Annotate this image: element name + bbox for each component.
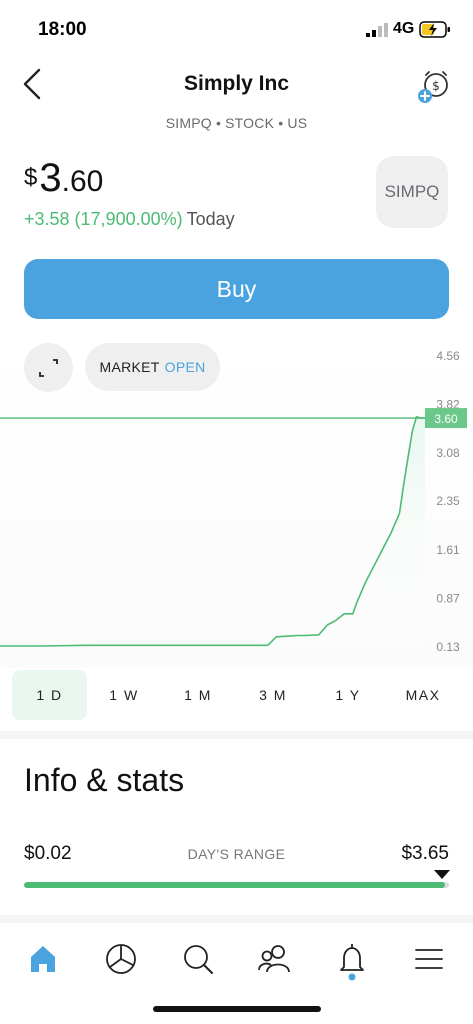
time-range-selector: 1 D 1 W 1 M 3 M 1 Y MAX bbox=[0, 670, 473, 720]
tab-portfolio[interactable] bbox=[99, 937, 143, 981]
y-tick-label: 3.08 bbox=[436, 446, 460, 460]
social-people-icon bbox=[258, 945, 290, 973]
home-indicator bbox=[153, 1006, 321, 1012]
y-tick-label: 4.56 bbox=[436, 349, 460, 363]
price-decimal: .60 bbox=[61, 165, 104, 198]
ticker-logo: SIMPQ bbox=[376, 156, 448, 228]
range-1d[interactable]: 1 D bbox=[12, 670, 87, 720]
signal-strength-icon bbox=[366, 23, 388, 37]
price-currency: $ bbox=[24, 164, 38, 191]
status-time: 18:00 bbox=[38, 19, 87, 40]
menu-icon bbox=[415, 949, 443, 969]
current-price-tag-label: 3.60 bbox=[434, 412, 458, 426]
price-change: +3.58 (17,900.00%) Today bbox=[24, 209, 235, 230]
status-bar: 18:00 4G bbox=[0, 0, 473, 56]
chart-area-fill bbox=[0, 416, 425, 646]
range-1m[interactable]: 1 M bbox=[161, 670, 235, 720]
market-status-badge: MARKET OPEN bbox=[85, 343, 220, 391]
section-divider bbox=[0, 915, 473, 923]
buy-button[interactable]: Buy bbox=[24, 259, 449, 319]
search-icon bbox=[184, 945, 213, 974]
price-change-value: +3.58 (17,900.00%) bbox=[24, 209, 183, 229]
home-icon bbox=[31, 946, 55, 972]
instrument-subtitle: SIMPQ • STOCK • US bbox=[165, 115, 308, 131]
y-tick-label: 2.35 bbox=[436, 494, 460, 508]
tab-notifications[interactable] bbox=[330, 937, 374, 981]
battery-charging-icon bbox=[419, 21, 450, 38]
y-tick-label: 0.13 bbox=[436, 640, 460, 654]
add-price-alert-icon: $ bbox=[418, 71, 448, 103]
portfolio-pie-icon bbox=[106, 944, 136, 974]
range-1w[interactable]: 1 W bbox=[87, 670, 161, 720]
day-range-high: $3.65 bbox=[401, 843, 449, 864]
page-title: Simply Inc bbox=[183, 72, 290, 95]
y-tick-label: 1.61 bbox=[436, 543, 460, 557]
price-integer: 3 bbox=[39, 156, 62, 200]
range-1y[interactable]: 1 Y bbox=[311, 670, 385, 720]
expand-icon bbox=[39, 359, 58, 377]
range-max[interactable]: MAX bbox=[385, 670, 461, 720]
tab-menu[interactable] bbox=[407, 937, 451, 981]
info-stats-heading: Info & stats bbox=[24, 762, 185, 798]
day-range-bar bbox=[24, 882, 449, 888]
notifications-bell-icon bbox=[340, 944, 364, 981]
section-divider bbox=[0, 731, 473, 739]
day-range-fill bbox=[24, 882, 445, 888]
day-range-marker bbox=[434, 870, 450, 879]
market-status-prefix: MARKET bbox=[99, 359, 160, 375]
price-change-period: Today bbox=[186, 209, 235, 229]
tab-social[interactable] bbox=[252, 937, 296, 981]
range-3m[interactable]: 3 M bbox=[235, 670, 311, 720]
add-price-alert-button[interactable]: $ bbox=[414, 66, 454, 106]
expand-chart-button[interactable] bbox=[24, 343, 73, 392]
network-label: 4G bbox=[393, 20, 415, 37]
current-price: $3.60 bbox=[24, 158, 103, 198]
svg-text:$: $ bbox=[432, 79, 440, 93]
y-tick-label: 0.87 bbox=[436, 591, 460, 605]
top-nav: Simply Inc $ bbox=[0, 62, 473, 106]
tab-search[interactable] bbox=[176, 937, 220, 981]
market-status-value: OPEN bbox=[164, 359, 206, 375]
tab-home[interactable] bbox=[21, 937, 65, 981]
